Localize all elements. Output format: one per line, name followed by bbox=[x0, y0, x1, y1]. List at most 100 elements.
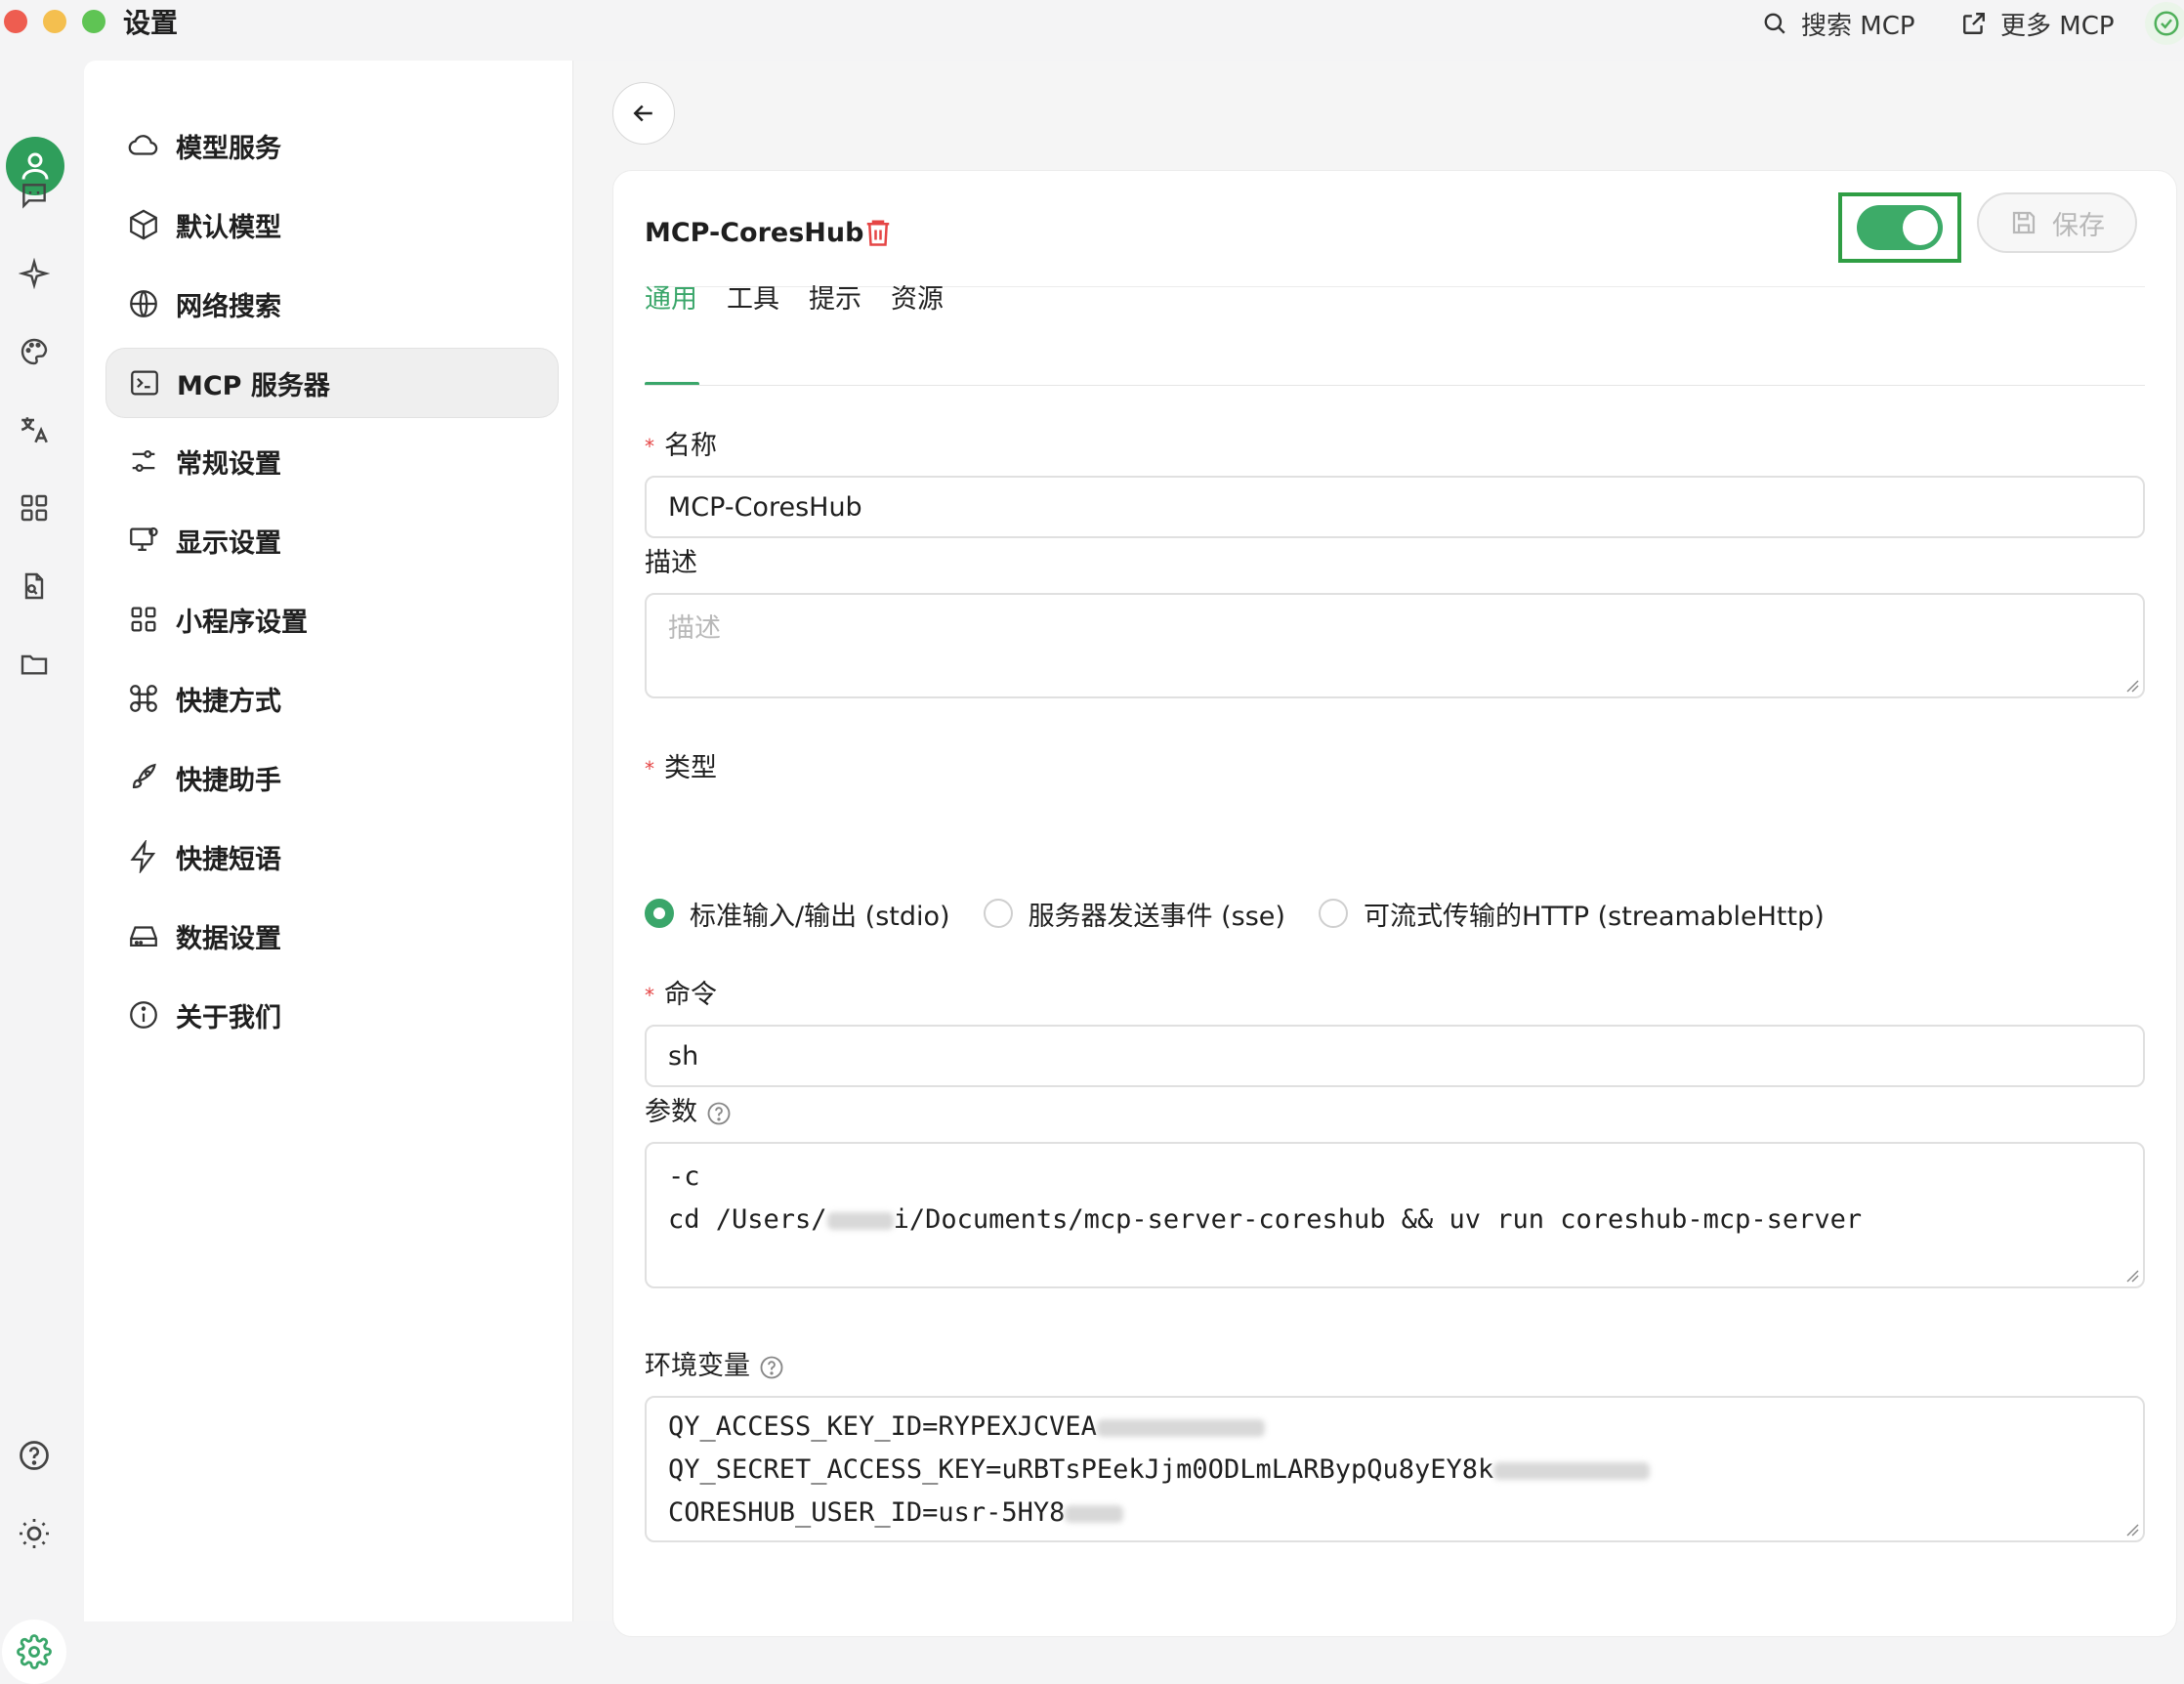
nav-item-data-settings[interactable]: 数据设置 bbox=[105, 902, 557, 970]
description-textarea[interactable]: 描述 bbox=[645, 593, 2145, 698]
save-icon bbox=[2012, 211, 2036, 234]
command-value: sh bbox=[668, 1040, 699, 1072]
tab-tools[interactable]: 工具 bbox=[727, 280, 779, 319]
nav-item-general-settings[interactable]: 常规设置 bbox=[105, 427, 557, 495]
nav-item-label: 网络搜索 bbox=[176, 291, 281, 322]
close-window-button[interactable] bbox=[4, 10, 27, 33]
zoom-window-button[interactable] bbox=[82, 10, 105, 33]
redacted-text bbox=[1493, 1461, 1651, 1480]
env-textarea[interactable]: QY_ACCESS_KEY_ID=RYPEXJCVEA QY_SECRET_AC… bbox=[645, 1396, 2145, 1542]
save-label: 保存 bbox=[2052, 210, 2105, 241]
nav-item-miniapp-settings[interactable]: 小程序设置 bbox=[105, 585, 557, 653]
nav-item-default-model[interactable]: 默认模型 bbox=[105, 190, 557, 259]
nav-item-mcp-servers[interactable]: MCP 服务器 bbox=[105, 348, 559, 418]
trash-icon bbox=[866, 220, 890, 246]
settings-icon[interactable] bbox=[2, 1620, 66, 1684]
zap-icon bbox=[130, 840, 156, 873]
args-textarea[interactable]: -c cd /Users/i/Documents/mcp-server-core… bbox=[645, 1142, 2145, 1288]
rocket-icon bbox=[132, 763, 156, 789]
title-bar: 设置 搜索 MCP 更多 MCP bbox=[0, 0, 2184, 61]
env-line: CORESHUB_USER_ID=usr-5HY8 bbox=[668, 1492, 2121, 1535]
nav-item-quick-assistant[interactable]: 快捷助手 bbox=[105, 743, 557, 812]
minimize-window-button[interactable] bbox=[43, 10, 66, 33]
tab-general[interactable]: 通用 bbox=[645, 280, 697, 319]
description-placeholder: 描述 bbox=[668, 613, 721, 644]
theme-icon[interactable] bbox=[13, 1512, 56, 1555]
chat-icon[interactable] bbox=[13, 174, 56, 217]
back-button[interactable] bbox=[612, 82, 675, 145]
tabs-divider bbox=[645, 385, 2145, 386]
radio-streamable-http[interactable]: 可流式传输的HTTP (streamableHttp) bbox=[1318, 895, 1825, 933]
globe-icon bbox=[130, 290, 157, 317]
type-label: * 类型 bbox=[645, 753, 717, 783]
nav-item-label: 快捷短语 bbox=[176, 844, 281, 875]
search-mcp-label: 搜索 MCP bbox=[1801, 11, 1915, 41]
radio-button[interactable] bbox=[983, 899, 1013, 928]
name-value: MCP-CoresHub bbox=[668, 491, 862, 523]
radio-button[interactable] bbox=[1318, 899, 1348, 928]
resize-handle-icon[interactable] bbox=[2125, 1523, 2139, 1537]
drive-icon bbox=[130, 926, 157, 947]
question-icon[interactable] bbox=[705, 1100, 733, 1127]
command-icon bbox=[130, 685, 157, 712]
name-input[interactable]: MCP-CoresHub bbox=[645, 476, 2145, 538]
window-title: 设置 bbox=[123, 7, 179, 39]
enable-toggle-highlight bbox=[1838, 192, 1961, 263]
args-label: 参数 bbox=[645, 1093, 733, 1132]
env-line: QY_ACCESS_KEY_ID=RYPEXJCVEA bbox=[668, 1406, 2121, 1449]
nav-item-web-search[interactable]: 网络搜索 bbox=[105, 270, 557, 338]
server-title: MCP-CoresHub bbox=[645, 218, 864, 248]
nav-item-shortcuts[interactable]: 快捷方式 bbox=[105, 664, 557, 733]
more-mcp-label: 更多 MCP bbox=[2000, 11, 2115, 41]
radio-button-selected[interactable] bbox=[645, 899, 674, 928]
enable-server-toggle[interactable] bbox=[1857, 205, 1943, 250]
nav-item-label: 快捷助手 bbox=[176, 765, 281, 796]
tab-resources[interactable]: 资源 bbox=[891, 280, 944, 319]
command-input[interactable]: sh bbox=[645, 1025, 2145, 1087]
translate-icon[interactable] bbox=[13, 408, 56, 451]
nav-item-label: 关于我们 bbox=[176, 1002, 281, 1033]
settings-nav: 模型服务 默认模型 网络搜索 MCP 服务器 常规设置 显示设置 小程序设置 快… bbox=[84, 61, 573, 1621]
redacted-text bbox=[1065, 1504, 1124, 1523]
required-mark: * bbox=[645, 757, 654, 780]
nav-item-label: 显示设置 bbox=[176, 527, 281, 559]
nav-item-model-service[interactable]: 模型服务 bbox=[105, 111, 557, 180]
status-indicator[interactable] bbox=[2145, 2, 2184, 45]
radio-stdio[interactable]: 标准输入/输出 (stdio) bbox=[645, 895, 950, 933]
nav-item-label: 常规设置 bbox=[176, 448, 281, 480]
search-mcp-button[interactable]: 搜索 MCP bbox=[1762, 4, 1915, 43]
arrow-left-icon bbox=[633, 105, 652, 122]
tab-prompts[interactable]: 提示 bbox=[809, 280, 861, 319]
name-label: * 名称 bbox=[645, 431, 717, 461]
help-icon[interactable] bbox=[13, 1434, 56, 1477]
cloud-icon bbox=[128, 135, 158, 155]
required-mark: * bbox=[645, 435, 654, 458]
nav-item-display-settings[interactable]: 显示设置 bbox=[105, 506, 557, 574]
nav-item-about-us[interactable]: 关于我们 bbox=[105, 981, 557, 1049]
radio-label: 标准输入/输出 (stdio) bbox=[690, 901, 950, 932]
save-button[interactable]: 保存 bbox=[1977, 192, 2137, 253]
required-mark: * bbox=[645, 984, 654, 1007]
command-label: * 命令 bbox=[645, 980, 717, 1010]
folder-icon[interactable] bbox=[13, 643, 56, 686]
resize-handle-icon[interactable] bbox=[2125, 1269, 2139, 1283]
file-search-icon[interactable] bbox=[13, 565, 56, 608]
radio-label: 服务器发送事件 (sse) bbox=[1028, 901, 1285, 932]
question-icon[interactable] bbox=[758, 1354, 785, 1381]
palette-icon[interactable] bbox=[13, 330, 56, 373]
sparkle-icon[interactable] bbox=[13, 252, 56, 295]
radio-sse[interactable]: 服务器发送事件 (sse) bbox=[983, 895, 1285, 933]
grid-icon bbox=[131, 607, 156, 632]
type-radio-group: 标准输入/输出 (stdio) 服务器发送事件 (sse) 可流式传输的HTTP… bbox=[645, 894, 1858, 933]
delete-server-button[interactable] bbox=[863, 216, 893, 253]
server-config-card: MCP-CoresHub 保存 通用 工具 提示 资源 * 名称 MCP-Core… bbox=[612, 170, 2177, 1637]
nav-item-label: MCP 服务器 bbox=[177, 370, 330, 401]
nav-item-label: 小程序设置 bbox=[176, 607, 308, 638]
nav-item-quick-phrases[interactable]: 快捷短语 bbox=[105, 822, 557, 891]
description-label: 描述 bbox=[645, 548, 697, 578]
env-line: QY_SECRET_ACCESS_KEY=uRBTsPEekJjm0ODLmLA… bbox=[668, 1449, 2121, 1492]
apps-icon[interactable] bbox=[13, 486, 56, 529]
header-divider bbox=[645, 286, 2145, 287]
resize-handle-icon[interactable] bbox=[2125, 679, 2139, 693]
more-mcp-button[interactable]: 更多 MCP bbox=[1961, 4, 2115, 43]
